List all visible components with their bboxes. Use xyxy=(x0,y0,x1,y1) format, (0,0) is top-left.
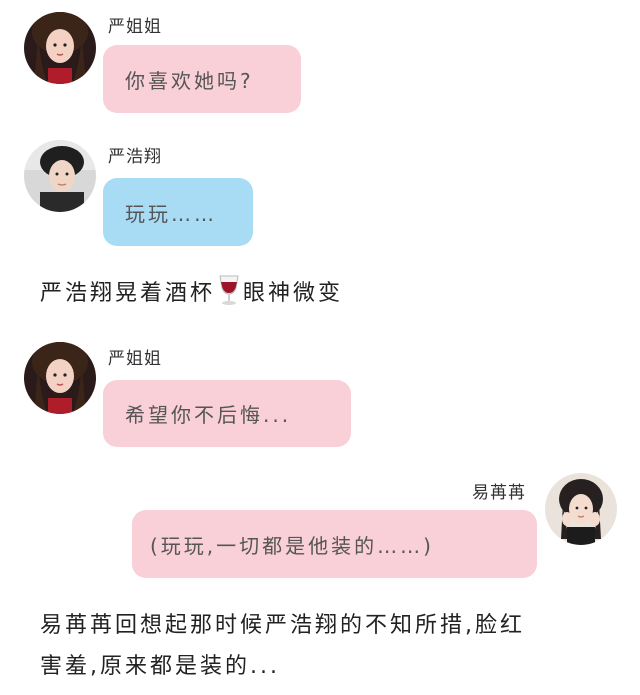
message-text: 玩玩…… xyxy=(125,201,217,226)
narration-line: 害羞,原来都是装的... xyxy=(40,654,280,679)
narration-text: 严浩翔晃着酒杯 xyxy=(40,281,216,306)
narration-line: 易苒苒回想起那时候严浩翔的不知所措,脸红 xyxy=(40,613,525,638)
message-bubble[interactable]: 你喜欢她吗? xyxy=(103,45,301,113)
avatar-yan-jiejie[interactable] xyxy=(24,342,96,414)
message-bubble[interactable]: (玩玩,一切都是他装的……) xyxy=(132,510,537,578)
sender-name: 严浩翔 xyxy=(108,147,162,167)
narration-line: 严浩翔晃着酒杯 眼神微变 xyxy=(40,274,343,312)
sender-name: 严姐姐 xyxy=(108,17,162,37)
narration-text: 眼神微变 xyxy=(243,281,344,306)
wine-glass-icon xyxy=(217,274,241,312)
message-bubble[interactable]: 玩玩…… xyxy=(103,178,253,246)
message-text: 你喜欢她吗? xyxy=(125,68,254,93)
message-text: (玩玩,一切都是他装的……) xyxy=(150,533,434,558)
sender-name: 易苒苒 xyxy=(472,483,526,503)
message-bubble[interactable]: 希望你不后悔... xyxy=(103,380,351,447)
avatar-yan-jiejie[interactable] xyxy=(24,12,96,84)
sender-name: 严姐姐 xyxy=(108,349,162,369)
avatar-yi-ranran[interactable] xyxy=(545,473,617,545)
message-text: 希望你不后悔... xyxy=(125,403,292,427)
avatar-yan-haoxiang[interactable] xyxy=(24,140,96,212)
